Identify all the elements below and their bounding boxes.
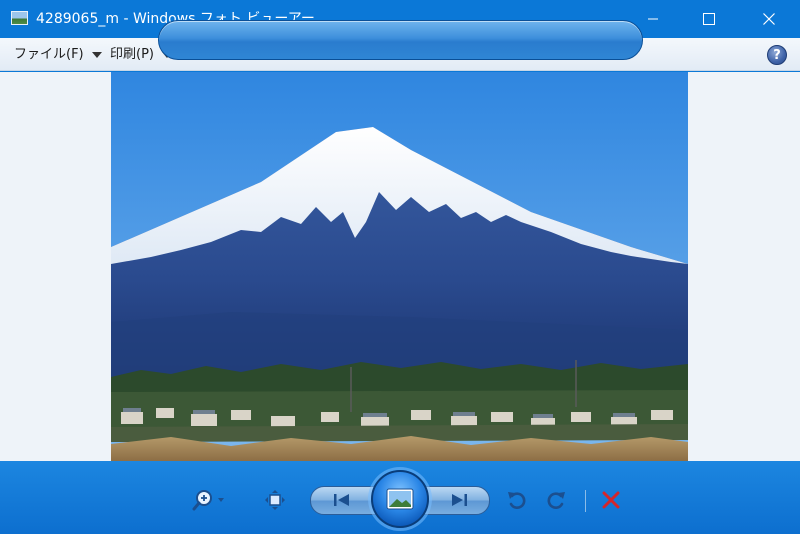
slideshow-icon [386, 488, 414, 510]
fit-window-button[interactable] [262, 487, 288, 513]
photo-viewer-app-icon [11, 11, 28, 25]
rotate-right-button[interactable] [543, 487, 569, 513]
maximize-icon [703, 13, 715, 25]
help-icon: ? [773, 47, 781, 63]
delete-icon [602, 491, 620, 509]
menu-file[interactable]: ファイル(F) [14, 46, 102, 63]
chevron-down-icon [91, 52, 102, 58]
mount-fuji-photo [111, 72, 688, 461]
help-button[interactable]: ? [767, 45, 787, 65]
menu-print-label: 印刷(P) [110, 47, 154, 62]
image-viewport [0, 72, 800, 461]
next-button[interactable] [445, 488, 473, 512]
rotate-left-button[interactable] [504, 487, 530, 513]
rotate-right-icon [547, 492, 565, 509]
previous-icon [334, 494, 349, 506]
toolbar-divider [585, 490, 586, 512]
minimize-icon [648, 18, 658, 20]
rotate-left-icon [508, 492, 526, 509]
fit-window-icon [265, 490, 285, 510]
maximize-button[interactable] [686, 0, 732, 38]
displayed-photo [111, 72, 688, 461]
menu-file-label: ファイル(F) [14, 47, 84, 62]
close-icon [763, 13, 775, 25]
previous-button[interactable] [328, 488, 356, 512]
next-icon [452, 494, 467, 506]
zoom-button[interactable] [190, 487, 230, 513]
toolbar-pill [158, 20, 643, 60]
close-button[interactable] [746, 0, 792, 38]
slideshow-button[interactable] [371, 470, 429, 528]
delete-button[interactable] [598, 487, 624, 513]
zoom-icon [192, 490, 224, 511]
